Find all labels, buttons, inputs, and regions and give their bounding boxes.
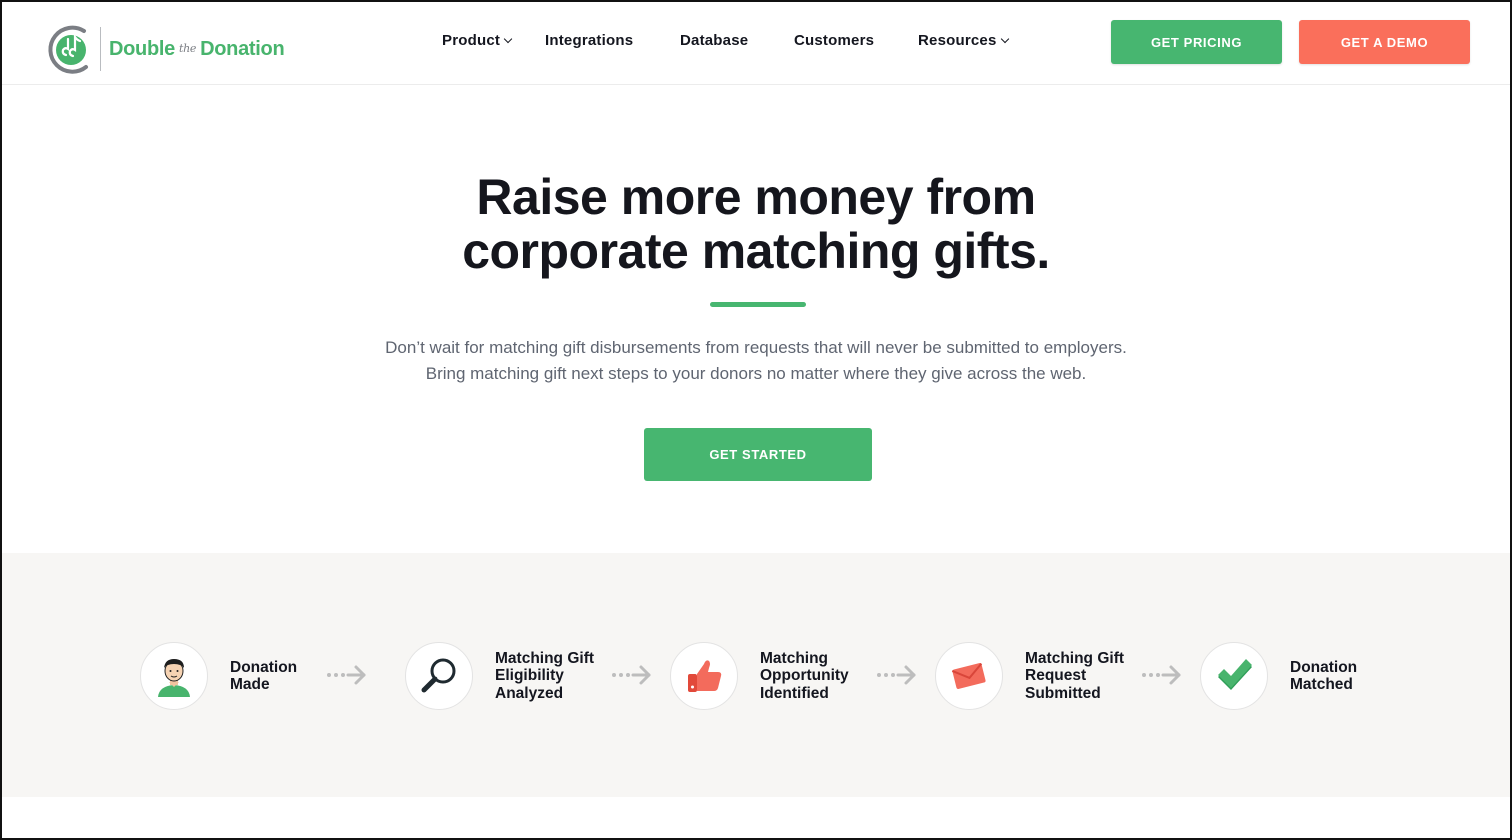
process-step-eligibility-analyzed: Matching Gift Eligibility Analyzed bbox=[405, 641, 594, 711]
hero-title: Raise more money from corporate matching… bbox=[2, 170, 1510, 278]
envelope-icon bbox=[951, 662, 986, 689]
thumbs-up-icon bbox=[688, 660, 722, 692]
get-started-button[interactable]: GET STARTED bbox=[644, 428, 872, 481]
nav-item-customers[interactable]: Customers bbox=[794, 32, 874, 49]
chevron-down-icon bbox=[503, 34, 513, 44]
nav-item-database[interactable]: Database bbox=[680, 32, 748, 49]
double-the-donation-logo-icon bbox=[48, 25, 88, 74]
nav-item-label: Resources bbox=[918, 32, 997, 49]
nav-item-label: Customers bbox=[794, 32, 875, 49]
arrow-right-icon bbox=[1142, 665, 1181, 685]
step-icon-circle bbox=[405, 642, 473, 710]
step-label: Matching Gift Request Submitted bbox=[1025, 649, 1125, 702]
brand-name-part2: the bbox=[178, 41, 197, 55]
nav-item-label: Integrations bbox=[545, 32, 634, 49]
nav-item-product[interactable]: Product bbox=[442, 32, 513, 49]
hero-title-line2: corporate matching gifts. bbox=[462, 223, 1050, 279]
nav-item-label: Product bbox=[442, 32, 501, 49]
site-header: Double the Donation Product Integrations D… bbox=[2, 2, 1510, 85]
arrow-right-icon bbox=[877, 665, 916, 685]
step-icon-circle bbox=[140, 642, 208, 710]
step-icon-circle bbox=[935, 642, 1003, 710]
step-label: Matching Opportunity Identified bbox=[760, 649, 849, 702]
nav-item-resources[interactable]: Resources bbox=[918, 32, 1009, 49]
magnifying-glass-icon bbox=[421, 658, 456, 693]
hero-subtitle-line1: Don’t wait for matching gift disbursemen… bbox=[385, 338, 1127, 357]
get-pricing-button[interactable]: GET PRICING bbox=[1111, 20, 1282, 64]
step-icon-circle bbox=[670, 642, 738, 710]
nav-item-label: Database bbox=[680, 32, 749, 49]
step-label: Donation Made bbox=[230, 658, 298, 694]
donor-avatar-icon bbox=[158, 659, 190, 697]
hero-subtitle: Don’t wait for matching gift disbursemen… bbox=[2, 335, 1510, 387]
hero-subtitle-line2: Bring matching gift next steps to your d… bbox=[425, 364, 1087, 383]
process-band: Donation Made Matching Gift Eligibility … bbox=[2, 553, 1510, 797]
hero-title-line1: Raise more money from bbox=[476, 169, 1036, 225]
step-label: Donation Matched bbox=[1290, 658, 1358, 694]
checkmark-icon bbox=[1218, 659, 1252, 690]
nav-item-integrations[interactable]: Integrations bbox=[545, 32, 633, 49]
brand-logo[interactable]: Double the Donation bbox=[46, 22, 285, 76]
process-step-donation-made: Donation Made bbox=[140, 641, 297, 711]
step-icon-circle bbox=[1200, 642, 1268, 710]
brand-name: Double the Donation bbox=[109, 37, 285, 61]
hero-divider bbox=[710, 302, 806, 307]
arrow-right-icon bbox=[327, 665, 366, 685]
process-step-opportunity-identified: Matching Opportunity Identified bbox=[670, 641, 849, 711]
process-step-request-submitted: Matching Gift Request Submitted bbox=[935, 641, 1124, 711]
chevron-down-icon bbox=[1000, 34, 1009, 44]
step-label: Matching Gift Eligibility Analyzed bbox=[495, 649, 595, 702]
arrow-right-icon bbox=[612, 665, 651, 685]
process-step-donation-matched: Donation Matched bbox=[1200, 641, 1357, 711]
brand-name-part3: Donation bbox=[200, 37, 285, 60]
get-a-demo-button[interactable]: GET A DEMO bbox=[1299, 20, 1470, 64]
logo-divider bbox=[100, 27, 101, 71]
brand-name-part1: Double bbox=[109, 37, 175, 60]
page: Double the Donation Product Integrations D… bbox=[0, 0, 1512, 840]
